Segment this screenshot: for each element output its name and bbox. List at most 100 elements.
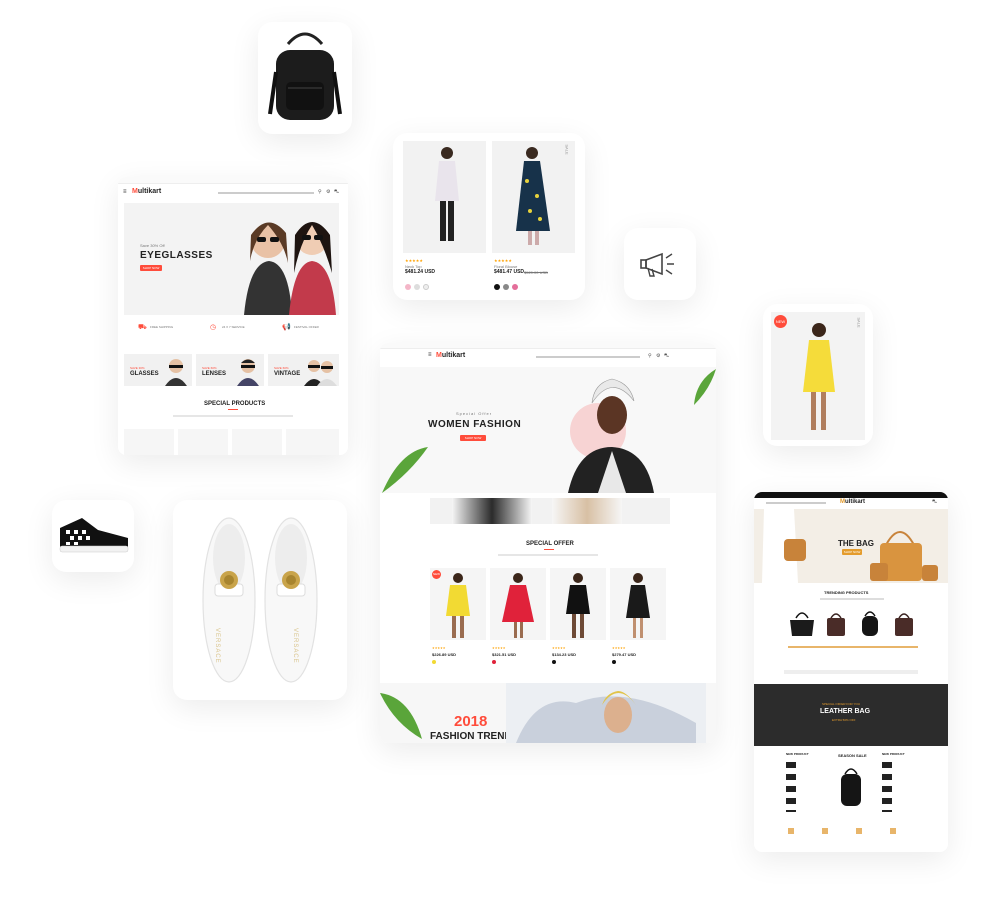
model-figure-icon	[566, 573, 590, 638]
backpack-card	[258, 22, 352, 134]
logo-text: ultikart	[137, 188, 162, 195]
color-swatch[interactable]	[512, 284, 518, 290]
color-swatch[interactable]	[423, 284, 429, 290]
sale-label: SALE	[856, 317, 862, 328]
promo-banner: SPECIAL OFFER FOR YOU LEATHER BAG EXTRA …	[754, 684, 948, 746]
shop-now-button[interactable]: SHOP NOW	[460, 435, 486, 441]
product-price: $321.51 USD	[492, 652, 517, 657]
backpack-icon[interactable]	[836, 764, 866, 808]
bag-set-image	[870, 531, 938, 581]
header: ≡ Multikart ⚲ ⚙ ⛍	[380, 349, 716, 365]
bag-site-screenshot: Multikart ⛍ THE BAG SHOP NOW TRENDING PR…	[754, 492, 948, 852]
hero-prefix: Special Offer	[456, 411, 493, 416]
shop-now-button[interactable]: SHOP NOW	[140, 265, 162, 271]
banner-year: 2018	[454, 713, 488, 730]
category-label: VINTAGE	[274, 371, 301, 377]
product-image[interactable]: NEW SALE	[771, 312, 865, 440]
price-lines	[788, 646, 918, 648]
trends-banner: 2018 FASHION TRENDS	[380, 683, 716, 743]
promo-title: LEATHER BAG	[820, 708, 871, 715]
color-swatch[interactable]	[552, 660, 556, 664]
single-product-card: NEW SALE	[763, 304, 873, 446]
category-strip	[430, 498, 670, 524]
model-with-glasses-image	[165, 359, 187, 386]
product-thumb[interactable]	[124, 429, 174, 455]
new-badge: NEW	[432, 570, 441, 579]
settings-icon[interactable]: ⚙	[326, 189, 330, 195]
category-tile[interactable]: SAVE 30% GLASSES	[124, 354, 192, 386]
bag-product-icon[interactable]	[788, 608, 816, 638]
cart-icon[interactable]: ⛍	[664, 353, 669, 360]
button-row[interactable]	[784, 670, 918, 674]
rating-stars: ★★★★★	[612, 646, 626, 650]
model-figure-icon	[516, 147, 550, 245]
product-card[interactable]	[550, 568, 606, 640]
logo-text: ultikart	[441, 352, 466, 359]
product-card[interactable]: NEW	[430, 568, 486, 640]
leaf-decoration-icon	[382, 447, 428, 493]
bag-product-icon[interactable]	[890, 608, 918, 638]
bag-product-icon[interactable]	[856, 608, 884, 638]
leaf-decoration-icon	[694, 369, 716, 405]
category-image[interactable]	[452, 498, 532, 524]
fashion-products-card: SALE ★★★★★ Neck Top $481.24 USD ★★★★★ Fl…	[393, 133, 585, 300]
leaf-decoration-icon	[380, 693, 422, 739]
cart-icon[interactable]: ⛍	[932, 499, 937, 506]
sale-title: SEASON SALE	[838, 753, 867, 758]
product-card[interactable]	[490, 568, 546, 640]
nav-links[interactable]	[766, 502, 826, 504]
menu-icon[interactable]: ≡	[428, 352, 432, 358]
model-with-glasses-image	[237, 359, 259, 386]
color-swatch[interactable]	[405, 284, 411, 290]
bag-product-icon[interactable]	[822, 608, 850, 638]
product-image[interactable]	[403, 141, 486, 253]
title-underline	[544, 549, 554, 550]
service-label: FESTIVAL OFFER	[294, 325, 319, 329]
logo[interactable]: Multikart	[840, 499, 865, 505]
product-price: $481.24 USD	[405, 269, 436, 275]
color-swatch[interactable]	[612, 660, 616, 664]
logo[interactable]: Multikart	[132, 188, 161, 195]
shoe-brand-text: VERSACE	[214, 628, 220, 664]
color-swatch[interactable]	[503, 284, 509, 290]
header: Multikart ⛍	[754, 498, 948, 508]
product-thumb[interactable]	[286, 429, 339, 455]
color-swatch[interactable]	[492, 660, 496, 664]
search-icon[interactable]: ⚲	[318, 189, 322, 195]
logo[interactable]: Multikart	[436, 352, 465, 359]
category-tile[interactable]: SAVE 60% LENSES	[196, 354, 264, 386]
product-price: $279.47 USD	[612, 652, 637, 657]
product-list[interactable]	[882, 762, 892, 812]
color-swatch[interactable]	[494, 284, 500, 290]
services-row	[788, 828, 914, 834]
color-swatch[interactable]	[432, 660, 436, 664]
main-fashion-site-screenshot: ≡ Multikart ⚲ ⚙ ⛍ Special Offer WOMEN FA…	[380, 343, 716, 743]
clock-icon: ◷	[210, 324, 217, 331]
cart-icon[interactable]: ⛍	[334, 189, 339, 196]
product-list[interactable]	[786, 762, 796, 812]
model-figure-icon	[502, 573, 534, 638]
product-image[interactable]: SALE	[492, 141, 575, 253]
search-icon[interactable]: ⚲	[648, 353, 652, 359]
product-price: $481.47 USD	[494, 269, 525, 275]
tab-row[interactable]	[820, 598, 884, 600]
product-card[interactable]	[610, 568, 666, 640]
category-tile[interactable]: SAVE 60% VINTAGE	[268, 354, 339, 386]
header: ≡ Multikart ⚲ ⚙ ⛍	[118, 185, 348, 201]
nav-links[interactable]	[536, 356, 640, 358]
shop-now-button[interactable]: SHOP NOW	[842, 549, 862, 555]
service-label: 24 X 7 SERVICE	[222, 325, 245, 329]
model-portrait-image	[506, 683, 706, 743]
product-thumb[interactable]	[178, 429, 228, 455]
nav-links[interactable]	[218, 192, 314, 194]
list-title: NEW PRODUCT	[786, 752, 809, 756]
color-swatch[interactable]	[414, 284, 420, 290]
settings-icon[interactable]: ⚙	[656, 353, 660, 359]
promo-prefix: SPECIAL OFFER FOR YOU	[822, 702, 861, 706]
hero-title: EYEGLASSES	[140, 250, 213, 261]
product-thumb[interactable]	[232, 429, 282, 455]
product-old-price: $520.00 USD	[524, 270, 549, 275]
services-row: ⛟ FREE SHIPPING ◷ 24 X 7 SERVICE 📢 FESTI…	[124, 317, 339, 341]
menu-icon[interactable]: ≡	[123, 189, 127, 195]
category-image[interactable]	[552, 498, 622, 524]
